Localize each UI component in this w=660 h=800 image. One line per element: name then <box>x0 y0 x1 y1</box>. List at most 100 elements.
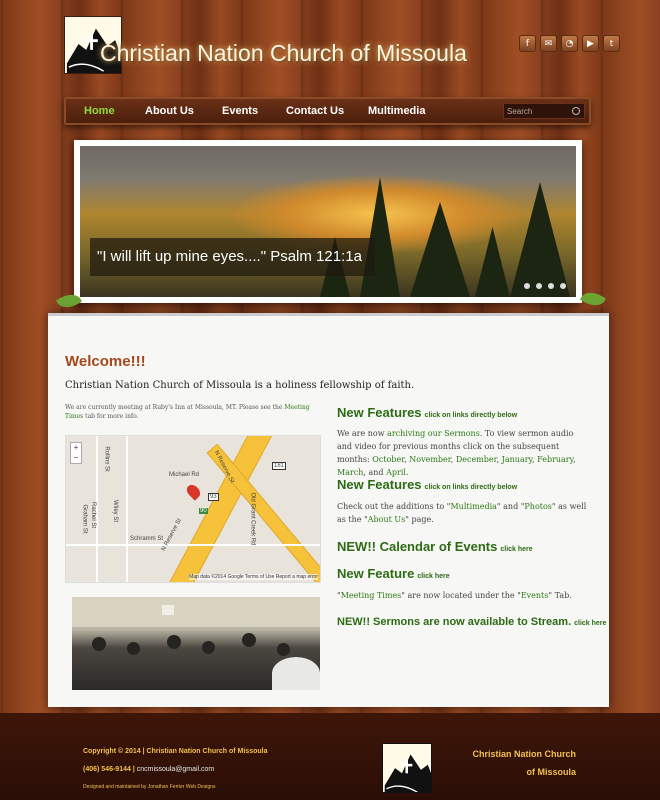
multimedia-link[interactable]: Multimedia <box>450 502 496 511</box>
twitter-icon[interactable]: t <box>603 35 620 52</box>
feature-heading: New Features click on links directly belo… <box>337 405 517 420</box>
feature-heading: NEW!! Sermons are now available to Strea… <box>337 616 606 628</box>
month-link-november[interactable]: November <box>409 455 450 464</box>
slide-image: "I will lift up mine eyes...." Psalm 121… <box>80 146 576 297</box>
footer-designer-credit[interactable]: Designed and maintained by Jonathan Ferr… <box>83 784 215 790</box>
hero-slider: "I will lift up mine eyes...." Psalm 121… <box>74 140 582 303</box>
content-panel: Welcome!!! Christian Nation Church of Mi… <box>48 313 609 707</box>
nav-item-contact-us[interactable]: Contact Us <box>286 105 344 117</box>
photo-figure <box>92 637 106 651</box>
map-zoom-control[interactable]: + − <box>70 442 82 464</box>
map-label: Rachel St <box>90 501 97 529</box>
email-icon[interactable]: ✉ <box>540 35 557 52</box>
main-nav: Home About Us Events Contact Us Multimed… <box>64 97 591 125</box>
nav-item-home[interactable]: Home <box>84 105 115 117</box>
meeting-note: We are currently meeting at Ruby's Inn a… <box>65 403 325 421</box>
map-street <box>96 436 98 582</box>
about-us-link[interactable]: About Us <box>368 515 405 524</box>
month-link-december[interactable]: December <box>456 455 497 464</box>
search-box <box>503 103 585 119</box>
feature-text: Check out the additions to "Multimedia" … <box>337 500 587 526</box>
feature-title: New Feature <box>337 566 415 581</box>
feature-text-part: " page. <box>405 515 434 524</box>
slider-dot[interactable] <box>536 283 542 289</box>
feature-text-part: " are now located under the " <box>401 591 521 600</box>
slider-pagination <box>524 283 566 289</box>
footer-logo <box>382 743 432 793</box>
search-icon[interactable] <box>572 107 580 115</box>
feature-text-part: " and " <box>496 502 525 511</box>
month-link-february[interactable]: February <box>537 455 573 464</box>
zoom-in-button[interactable]: + <box>74 443 79 452</box>
month-link-april[interactable]: April <box>386 468 406 477</box>
map-footer[interactable]: Map data ©2014 Google Terms of Use Repor… <box>189 574 318 580</box>
meeting-times-link[interactable]: Meeting Times <box>341 591 402 600</box>
slide-caption: "I will lift up mine eyes...." Psalm 121… <box>90 238 375 276</box>
photo-figure <box>242 633 256 647</box>
site-title[interactable]: Christian Nation Church of Missoula <box>100 40 467 67</box>
feature-link[interactable]: click here <box>417 573 449 580</box>
tree-shape <box>475 227 510 297</box>
slider-dot[interactable] <box>560 283 566 289</box>
slider-dot[interactable] <box>524 283 530 289</box>
month-link-october[interactable]: October <box>372 455 404 464</box>
footer-church-name: Christian Nation Church of Missoula <box>472 745 576 781</box>
search-input[interactable] <box>504 104 570 118</box>
nav-item-about-us[interactable]: About Us <box>145 105 194 117</box>
google-map[interactable]: + − Michael Rd N Reserve St N Reserve St … <box>65 435 321 583</box>
tree-shape <box>410 202 470 297</box>
photo-table <box>272 657 320 690</box>
footer-name-line: Christian Nation Church <box>472 749 576 759</box>
photo-light <box>162 605 174 615</box>
photo-figure <box>127 642 140 655</box>
map-marker-icon[interactable] <box>184 482 203 501</box>
month-link-january[interactable]: January <box>502 455 532 464</box>
photo-wall <box>72 597 320 627</box>
footer-contact: (406) 546-9144 | cncmissoula@gmail.com <box>83 766 214 773</box>
tree-shape <box>510 182 570 297</box>
highway-shield: 90 <box>199 508 208 514</box>
leaf-decoration <box>579 287 607 311</box>
nav-item-multimedia[interactable]: Multimedia <box>368 105 425 117</box>
feature-text-part: Check out the additions to " <box>337 502 451 511</box>
feature-title: New Features <box>337 405 422 420</box>
tree-shape <box>360 177 400 297</box>
month-link-march[interactable]: March <box>337 468 363 477</box>
feature-text: We are now archiving our Sermons. To vie… <box>337 429 576 477</box>
footer-name-line: of Missoula <box>526 767 576 777</box>
feature-heading: New Features click on links directly belo… <box>337 477 517 492</box>
map-label: Rollins St <box>103 446 110 472</box>
feature-link[interactable]: click on links directly below <box>425 484 518 491</box>
meeting-note-text: We are currently meeting at Ruby's Inn a… <box>65 404 283 411</box>
photo-figure <box>202 641 215 654</box>
map-street <box>126 436 128 582</box>
feature-link[interactable]: click on links directly below <box>425 412 518 419</box>
events-link[interactable]: Events <box>521 591 549 600</box>
map-label: Old Grant Creek Rd <box>249 492 256 546</box>
rss-icon[interactable]: ◔ <box>561 35 578 52</box>
feature-heading: NEW!! Calendar of Events click here <box>337 539 533 554</box>
map-label: N Reserve St <box>160 517 183 553</box>
photo-figure <box>277 643 290 656</box>
map-street <box>66 544 320 546</box>
slider-dot[interactable] <box>548 283 554 289</box>
feature-title: New Features <box>337 477 422 492</box>
map-label: Schramm St <box>130 536 164 542</box>
congregation-photo <box>72 597 320 690</box>
welcome-heading: Welcome!!! <box>65 353 146 370</box>
feature-title: NEW!! Calendar of Events <box>337 539 498 554</box>
nav-item-events[interactable]: Events <box>222 105 258 117</box>
map-label: Wiley St <box>112 499 119 523</box>
map-label: Graham St <box>81 504 88 534</box>
facebook-icon[interactable]: f <box>519 35 536 52</box>
footer-email-link[interactable]: cncmissoula@gmail.com <box>137 766 215 773</box>
photos-link[interactable]: Photos <box>524 502 552 511</box>
feature-heading: New Feature click here <box>337 566 450 581</box>
feature-link[interactable]: click here <box>500 546 532 553</box>
youtube-icon[interactable]: ▶ <box>582 35 599 52</box>
intro-text: Christian Nation Church of Missoula is a… <box>65 380 415 391</box>
feature-text-part: We are now <box>337 429 385 438</box>
archive-sermons-link[interactable]: archiving our Sermons <box>387 429 480 438</box>
zoom-out-button[interactable]: − <box>74 453 79 462</box>
feature-link[interactable]: click here <box>574 620 606 627</box>
